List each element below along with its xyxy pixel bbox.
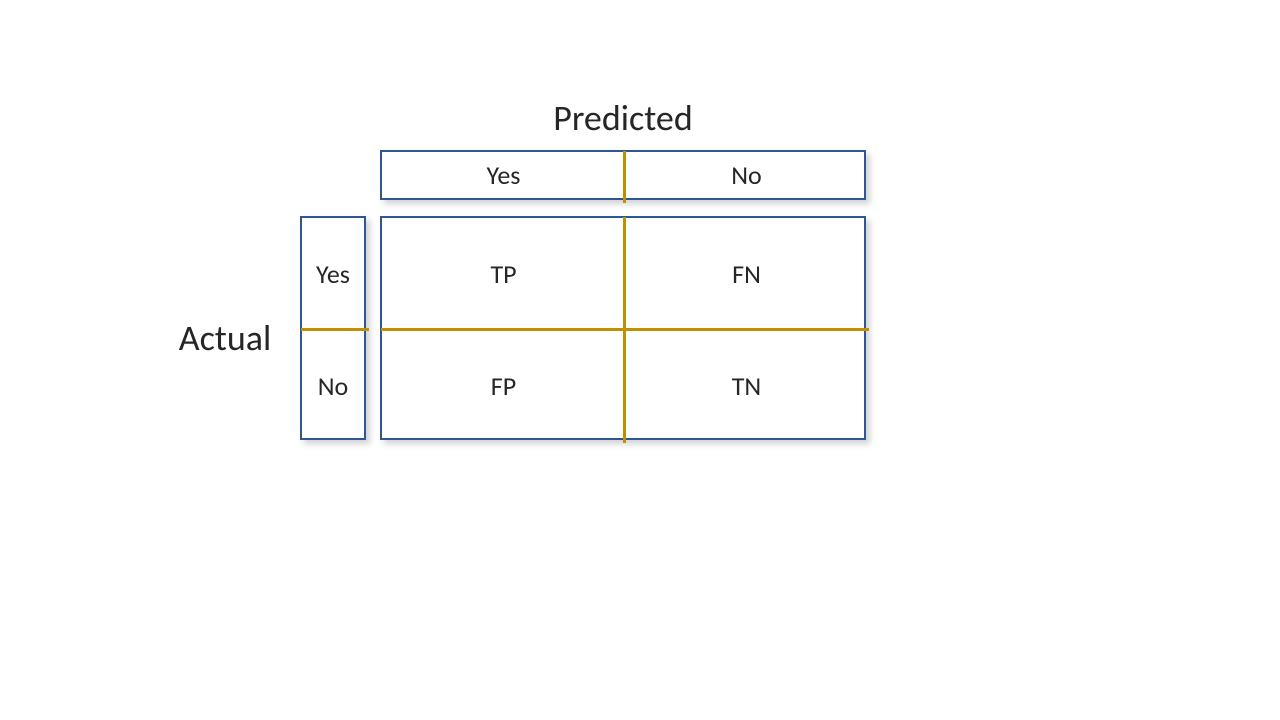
- cell-fn: FN: [625, 218, 868, 330]
- cell-tn: TN: [625, 330, 868, 442]
- actual-yes: Yes: [302, 218, 364, 330]
- actual-no: No: [302, 330, 364, 442]
- predicted-heading: Predicted: [380, 96, 866, 140]
- actual-header-box: Yes No: [300, 216, 366, 440]
- predicted-no: No: [625, 152, 868, 198]
- matrix-box: TP FN FP TN: [380, 216, 866, 440]
- actual-heading: Actual: [160, 316, 290, 360]
- cell-fp: FP: [382, 330, 625, 442]
- predicted-yes: Yes: [382, 152, 625, 198]
- cell-tp: TP: [382, 218, 625, 330]
- predicted-header-box: Yes No: [380, 150, 866, 200]
